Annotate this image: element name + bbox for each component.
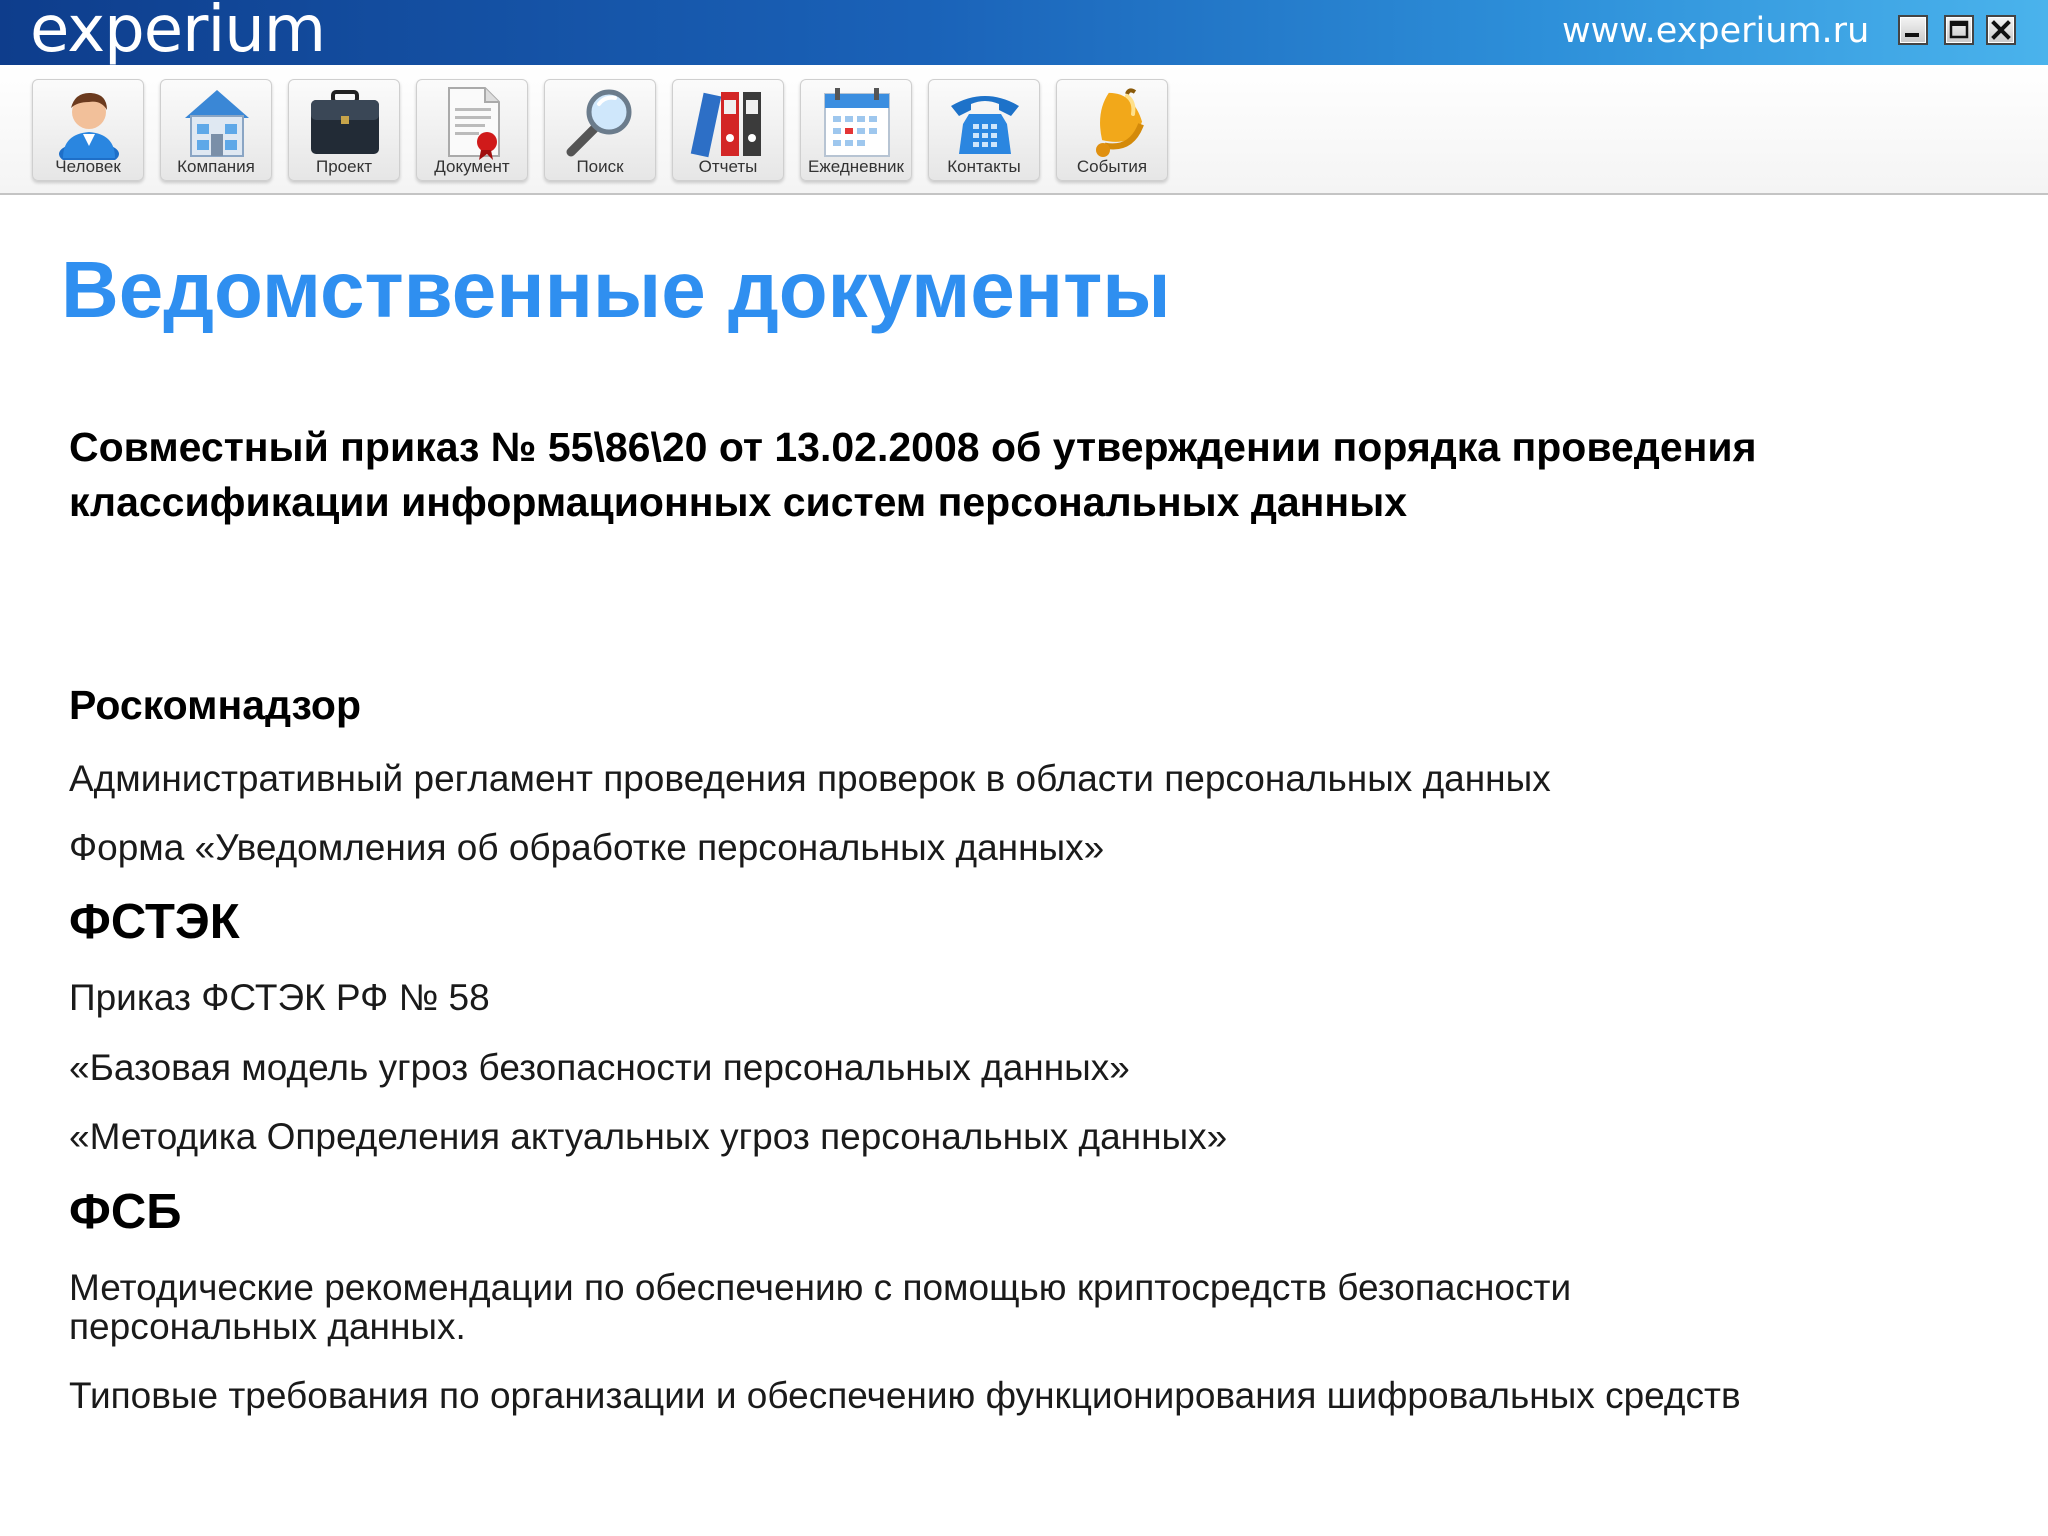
maximize-icon (1949, 20, 1969, 39)
toolbar-label: Контакты (947, 157, 1021, 176)
telephone-icon (951, 96, 1019, 154)
magnifier-icon (566, 89, 632, 157)
toolbar-label: Поиск (576, 157, 624, 176)
section-title-roskomnadzor: Роскомнадзор (69, 682, 361, 728)
title-bar: experium www.experium.ru (0, 0, 2048, 67)
calendar-icon (824, 88, 890, 157)
toolbar-label: События (1076, 157, 1148, 176)
person-icon (59, 92, 119, 160)
toolbar-button-events[interactable]: События (1056, 79, 1168, 181)
briefcase-icon (311, 90, 379, 154)
toolbar-label: Человек (55, 157, 121, 176)
toolbar-label: Документ (434, 157, 510, 176)
minimize-icon (1905, 33, 1919, 37)
minimize-button[interactable] (1898, 15, 1928, 45)
document-icon (448, 87, 500, 160)
document-item: «Базовая модель угроз безопасности персо… (69, 1047, 1130, 1088)
building-icon (185, 90, 249, 157)
toolbar-button-calendar[interactable]: Ежедневник (800, 79, 912, 181)
document-item: Типовые требования по организации и обес… (69, 1375, 1741, 1416)
toolbar: Человек Компания Проект Документ Поиск О… (0, 65, 2048, 195)
toolbar-button-project[interactable]: Проект (288, 79, 400, 181)
document-item: «Методика Определения актуальных угроз п… (69, 1116, 1228, 1157)
binders-icon (690, 92, 761, 158)
document-item: Приказ ФСТЭК РФ № 58 (69, 977, 490, 1018)
page-title: Ведомственные документы (61, 245, 1171, 334)
toolbar-button-company[interactable]: Компания (160, 79, 272, 181)
toolbar-button-reports[interactable]: Отчеты (672, 79, 784, 181)
toolbar-button-person[interactable]: Человек (32, 79, 144, 181)
toolbar-label: Отчеты (698, 157, 758, 176)
close-button[interactable] (1986, 15, 2016, 45)
toolbar-label: Проект (316, 157, 372, 176)
maximize-button[interactable] (1944, 15, 1974, 45)
toolbar-button-search[interactable]: Поиск (544, 79, 656, 181)
document-item: Форма «Уведомления об обработке персонал… (69, 827, 1105, 868)
section-title-fsb: ФСБ (69, 1185, 182, 1239)
toolbar-button-contacts[interactable]: Контакты (928, 79, 1040, 181)
site-url: www.experium.ru (1562, 11, 1870, 51)
section-title-fstec: ФСТЭК (69, 895, 240, 949)
main-document-title: Совместный приказ № 55\86\20 от 13.02.20… (69, 424, 1757, 525)
document-item: Методические рекомендации по обеспечению… (69, 1267, 1572, 1347)
toolbar-button-document[interactable]: Документ (416, 79, 528, 181)
toolbar-label: Ежедневник (808, 157, 904, 176)
experium-logo: experium (30, 0, 326, 67)
toolbar-label: Компания (177, 157, 255, 176)
bell-icon (1096, 88, 1144, 157)
document-item: Административный регламент проведения пр… (69, 758, 1551, 799)
close-icon (1991, 20, 2011, 40)
